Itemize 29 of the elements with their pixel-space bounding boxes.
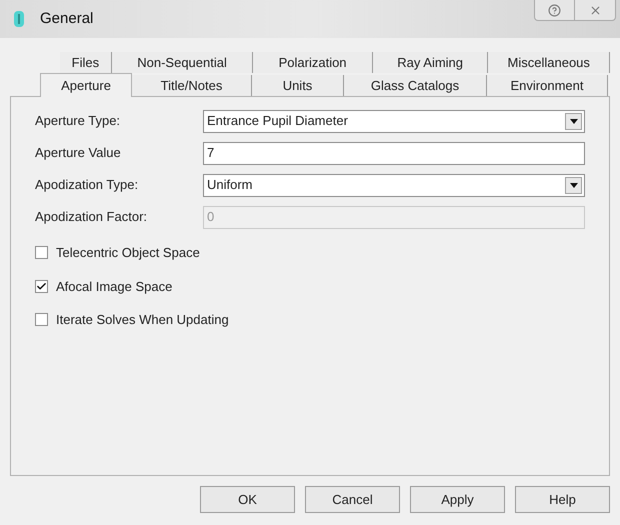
tab[interactable]: Miscellaneous <box>488 52 610 73</box>
dialog-button[interactable]: Cancel <box>305 486 400 513</box>
tab[interactable]: Ray Aiming <box>372 52 488 73</box>
tab[interactable]: Units <box>252 75 344 96</box>
tab[interactable]: Non-Sequential <box>112 52 254 73</box>
checkbox-option[interactable]: Telecentric Object Space <box>35 243 200 262</box>
tab[interactable]: Environment <box>487 75 608 96</box>
dropdown[interactable]: Uniform <box>203 174 585 196</box>
tab[interactable]: Files <box>60 52 112 73</box>
checkbox[interactable] <box>35 313 48 326</box>
field-label: Aperture Type: <box>35 112 122 130</box>
field-label: Apodization Factor: <box>35 208 148 226</box>
checkbox-option[interactable]: Iterate Solves When Updating <box>35 310 229 330</box>
app-icon <box>14 11 24 27</box>
tab[interactable]: Aperture <box>40 73 132 97</box>
dialog-button[interactable]: OK <box>200 486 295 513</box>
input-field[interactable]: 7 <box>203 142 585 164</box>
checkbox[interactable] <box>35 280 48 293</box>
tab[interactable]: Polarization <box>253 52 373 73</box>
dialog-button[interactable]: Apply <box>410 486 505 513</box>
dialog-button[interactable]: Help <box>515 486 610 513</box>
tab[interactable]: Glass Catalogs <box>344 75 487 96</box>
checkbox-option[interactable]: Afocal Image Space <box>35 276 172 296</box>
tab[interactable]: Title/Notes <box>132 75 252 96</box>
dropdown[interactable]: Entrance Pupil Diameter <box>203 110 585 132</box>
checkbox[interactable] <box>35 246 48 260</box>
field-label: Apodization Type: <box>35 176 140 194</box>
window-title: General <box>40 8 94 29</box>
field-label: Aperture Value <box>35 144 122 162</box>
